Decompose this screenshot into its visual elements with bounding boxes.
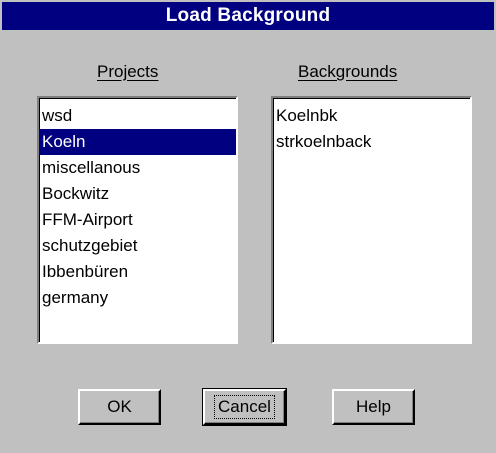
project-item[interactable]: germany — [39, 285, 236, 311]
dialog-title: Load Background — [165, 5, 331, 26]
project-item-selected[interactable]: Koeln — [39, 129, 236, 155]
project-item[interactable]: wsd — [39, 103, 236, 129]
projects-label: Projects — [97, 62, 159, 81]
cancel-button-label: Cancel — [214, 395, 275, 419]
ok-button-label: OK — [107, 397, 132, 416]
project-item[interactable]: Ibbenbüren — [39, 259, 236, 285]
background-item[interactable]: Koelnbk — [273, 103, 470, 129]
cancel-button[interactable]: Cancel — [202, 388, 287, 426]
ok-button[interactable]: OK — [78, 389, 161, 425]
background-item[interactable]: strkoelnback — [273, 129, 470, 155]
backgrounds-label: Backgrounds — [298, 62, 398, 81]
load-background-dialog: Load Background Projects Backgrounds wsd… — [0, 0, 496, 453]
project-item[interactable]: schutzgebiet — [39, 233, 236, 259]
backgrounds-listbox[interactable]: Koelnbk strkoelnback — [271, 96, 472, 344]
project-item[interactable]: Bockwitz — [39, 181, 236, 207]
project-item[interactable]: FFM-Airport — [39, 207, 236, 233]
help-button[interactable]: Help — [332, 389, 415, 425]
projects-listbox[interactable]: wsd Koeln miscellanous Bockwitz FFM-Airp… — [37, 96, 238, 344]
help-button-label: Help — [356, 397, 391, 416]
project-item[interactable]: miscellanous — [39, 155, 236, 181]
dialog-title-bar: Load Background — [2, 2, 494, 30]
